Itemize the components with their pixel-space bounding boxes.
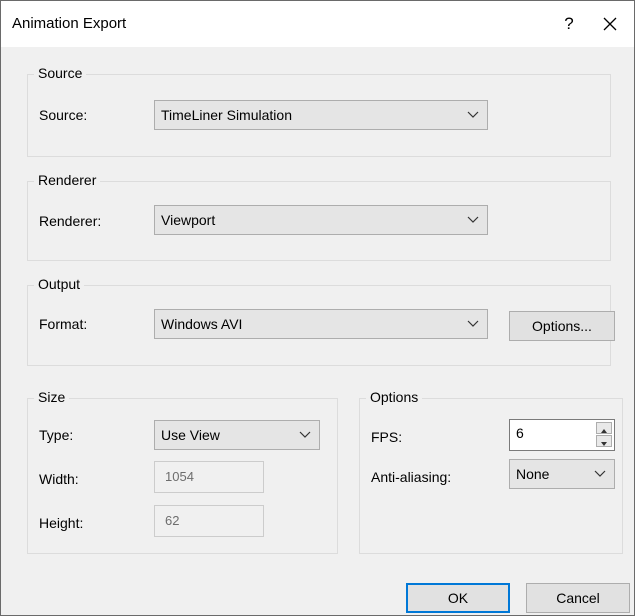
fps-label: FPS:	[371, 429, 403, 445]
renderer-label: Renderer:	[39, 213, 102, 229]
chevron-down-icon	[467, 216, 479, 223]
spin-up-button[interactable]	[596, 422, 612, 434]
dialog-title: Animation Export	[12, 15, 127, 32]
format-value: Windows AVI	[161, 316, 243, 332]
source-value: TimeLiner Simulation	[161, 107, 292, 123]
chevron-down-icon	[299, 431, 311, 438]
source-group-title: Source	[34, 65, 87, 81]
renderer-dropdown[interactable]: Viewport	[154, 205, 488, 235]
width-field[interactable]: 1054	[154, 461, 264, 493]
fps-spin-buttons	[596, 422, 612, 448]
anti-aliasing-dropdown[interactable]: None	[509, 459, 615, 489]
animation-export-dialog: Animation Export ? Source Source: TimeLi…	[0, 0, 635, 616]
output-options-button[interactable]: Options...	[509, 311, 615, 341]
options-group-title: Options	[366, 389, 423, 405]
fps-value: 6	[516, 425, 524, 441]
width-value: 1054	[165, 469, 194, 484]
anti-aliasing-value: None	[516, 466, 550, 482]
height-field[interactable]: 62	[154, 505, 264, 537]
close-button[interactable]	[595, 9, 625, 39]
height-value: 62	[165, 513, 180, 528]
source-dropdown[interactable]: TimeLiner Simulation	[154, 100, 488, 130]
ok-button[interactable]: OK	[406, 583, 510, 613]
arrow-down-icon	[601, 442, 607, 446]
chevron-down-icon	[467, 320, 479, 327]
help-button[interactable]: ?	[554, 9, 584, 39]
type-label: Type:	[39, 427, 74, 443]
title-bar: Animation Export ?	[1, 1, 634, 47]
format-dropdown[interactable]: Windows AVI	[154, 309, 488, 339]
chevron-down-icon	[594, 470, 606, 477]
renderer-group-title: Renderer	[34, 172, 101, 188]
size-type-dropdown[interactable]: Use View	[154, 420, 320, 450]
source-label: Source:	[39, 107, 88, 123]
anti-aliasing-label: Anti-aliasing:	[371, 469, 452, 485]
height-label: Height:	[39, 515, 84, 531]
size-type-value: Use View	[161, 427, 220, 443]
output-group-title: Output	[34, 276, 85, 292]
renderer-value: Viewport	[161, 212, 216, 228]
size-group-title: Size	[34, 389, 70, 405]
format-label: Format:	[39, 316, 88, 332]
width-label: Width:	[39, 471, 79, 487]
close-icon	[603, 17, 617, 31]
chevron-down-icon	[467, 111, 479, 118]
fps-spinbox[interactable]: 6	[509, 419, 615, 451]
spin-down-button[interactable]	[596, 435, 612, 447]
cancel-button[interactable]: Cancel	[526, 583, 630, 613]
